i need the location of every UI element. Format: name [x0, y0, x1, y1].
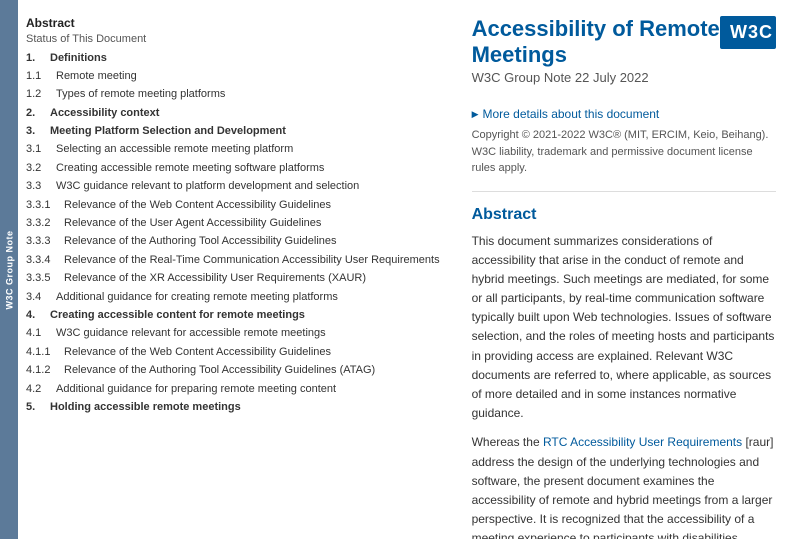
- toc-item[interactable]: 2.Accessibility context: [26, 104, 440, 122]
- toc-label: Creating accessible content for remote m…: [50, 309, 305, 321]
- group-note-label: W3C Group Note: [4, 230, 14, 309]
- toc-item[interactable]: 4.1.2Relevance of the Authoring Tool Acc…: [26, 362, 440, 380]
- toc-item[interactable]: 3.3.3Relevance of the Authoring Tool Acc…: [26, 233, 440, 251]
- toc-label: Additional guidance for creating remote …: [56, 291, 338, 303]
- sidebar-content: Abstract Status of This Document 1.Defin…: [18, 0, 448, 539]
- toc-number: 3.1: [26, 142, 56, 157]
- toc-label: Relevance of the XR Accessibility User R…: [64, 272, 366, 284]
- toc-item[interactable]: 3.Meeting Platform Selection and Develop…: [26, 123, 440, 141]
- toc-label: Relevance of the Real-Time Communication…: [64, 254, 440, 266]
- title-block: Accessibility of Remote Meetings W3C Gro…: [472, 16, 720, 97]
- toc-label: Selecting an accessible remote meeting p…: [56, 143, 293, 155]
- toc-number: 4.1: [26, 326, 56, 341]
- toc-number: 4.: [26, 308, 50, 323]
- abstract-paragraph-1: This document summarizes considerations …: [472, 232, 776, 424]
- toc-item[interactable]: 3.4Additional guidance for creating remo…: [26, 288, 440, 306]
- toc-item[interactable]: 4.2Additional guidance for preparing rem…: [26, 380, 440, 398]
- section-divider: [472, 191, 776, 192]
- rtc-link[interactable]: RTC Accessibility User Requirements: [543, 435, 742, 449]
- toc-number: 3.3: [26, 179, 56, 194]
- toc-number: 5.: [26, 400, 50, 415]
- main-content: Accessibility of Remote Meetings W3C Gro…: [448, 0, 800, 539]
- toc-item[interactable]: 5.Holding accessible remote meetings: [26, 398, 440, 416]
- toc-item[interactable]: 3.1Selecting an accessible remote meetin…: [26, 141, 440, 159]
- document-subtitle: W3C Group Note 22 July 2022: [472, 70, 720, 85]
- w3c-logo: W3C: [720, 16, 776, 49]
- abstract-toc-label: Abstract: [26, 16, 440, 30]
- toc-label: W3C guidance relevant to platform develo…: [56, 180, 359, 192]
- toc-item[interactable]: 3.3.1Relevance of the Web Content Access…: [26, 196, 440, 214]
- toc-label: Accessibility context: [50, 107, 159, 119]
- sidebar: W3C Group Note Abstract Status of This D…: [0, 0, 448, 539]
- group-note-label-bar: W3C Group Note: [0, 0, 18, 539]
- toc-label: Holding accessible remote meetings: [50, 401, 241, 413]
- toc-label: Meeting Platform Selection and Developme…: [50, 125, 286, 137]
- toc-number: 1.: [26, 51, 50, 66]
- abstract-paragraph-2: Whereas the RTC Accessibility User Requi…: [472, 433, 776, 539]
- toc-item[interactable]: 1.1Remote meeting: [26, 67, 440, 85]
- toc-number: 1.1: [26, 69, 56, 84]
- toc-number: 3.: [26, 124, 50, 139]
- toc-item[interactable]: 3.3.2Relevance of the User Agent Accessi…: [26, 215, 440, 233]
- toc-item[interactable]: 1.2Types of remote meeting platforms: [26, 86, 440, 104]
- toc-label: Additional guidance for preparing remote…: [56, 383, 336, 395]
- toc-number: 3.3.4: [26, 253, 64, 268]
- toc-number: 4.2: [26, 382, 56, 397]
- document-title: Accessibility of Remote Meetings: [472, 16, 720, 68]
- toc-label: W3C guidance relevant for accessible rem…: [56, 327, 326, 339]
- toc-number: 3.3.2: [26, 216, 64, 231]
- details-toggle-label: More details about this document: [483, 107, 660, 121]
- toc-number: 1.2: [26, 87, 56, 102]
- toc-label: Relevance of the Web Content Accessibili…: [64, 346, 331, 358]
- toc-number: 3.4: [26, 290, 56, 305]
- toc-label: Definitions: [50, 52, 107, 64]
- toc-number: 3.2: [26, 161, 56, 176]
- toc-number: 2.: [26, 106, 50, 121]
- toc-item[interactable]: 4.1.1Relevance of the Web Content Access…: [26, 343, 440, 361]
- toc-number: 3.3.3: [26, 234, 64, 249]
- toc-label: Types of remote meeting platforms: [56, 88, 225, 100]
- abstract-heading: Abstract: [472, 206, 776, 224]
- toc-item[interactable]: 3.3.4Relevance of the Real-Time Communic…: [26, 251, 440, 269]
- toc-item[interactable]: 3.3.5Relevance of the XR Accessibility U…: [26, 270, 440, 288]
- toc-label: Relevance of the Authoring Tool Accessib…: [64, 364, 375, 376]
- header-row: Accessibility of Remote Meetings W3C Gro…: [472, 16, 776, 97]
- toc-label: Remote meeting: [56, 70, 137, 82]
- copyright-text: Copyright © 2021-2022 W3C® (MIT, ERCIM, …: [472, 127, 776, 177]
- toc-item[interactable]: 4.Creating accessible content for remote…: [26, 306, 440, 324]
- toc-item[interactable]: 3.3W3C guidance relevant to platform dev…: [26, 178, 440, 196]
- details-toggle[interactable]: More details about this document: [472, 107, 776, 121]
- toc-number: 3.3.5: [26, 271, 64, 286]
- status-toc-label: Status of This Document: [26, 33, 440, 45]
- toc-item[interactable]: 3.2Creating accessible remote meeting so…: [26, 159, 440, 177]
- toc-label: Relevance of the Authoring Tool Accessib…: [64, 235, 337, 247]
- toc-number: 3.3.1: [26, 198, 64, 213]
- toc-label: Relevance of the User Agent Accessibilit…: [64, 217, 321, 229]
- toc-number: 4.1.1: [26, 345, 64, 360]
- toc-label: Relevance of the Web Content Accessibili…: [64, 199, 331, 211]
- toc-item[interactable]: 1.Definitions: [26, 49, 440, 67]
- toc-item[interactable]: 4.1W3C guidance relevant for accessible …: [26, 325, 440, 343]
- table-of-contents: 1.Definitions1.1Remote meeting1.2Types o…: [26, 49, 440, 417]
- toc-number: 4.1.2: [26, 363, 64, 378]
- toc-label: Creating accessible remote meeting softw…: [56, 162, 324, 174]
